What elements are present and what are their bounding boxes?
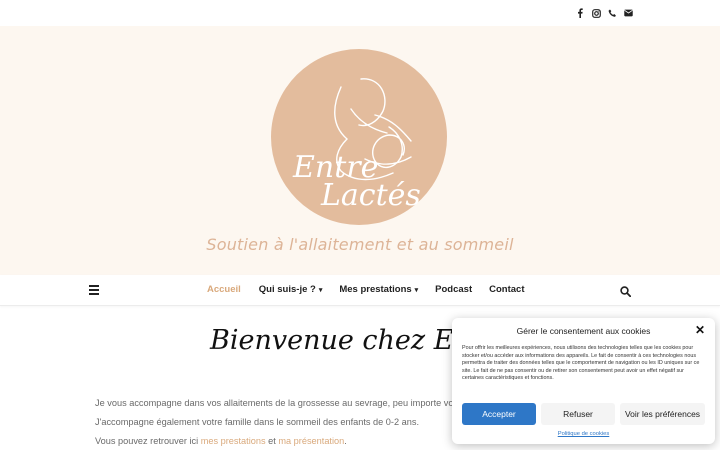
chevron-down-icon: ▾: [414, 286, 419, 294]
preferences-button[interactable]: Voir les préférences: [620, 403, 705, 425]
nav-item-label: Contact: [489, 284, 525, 295]
nav-item-label: Mes prestations: [339, 284, 412, 295]
nav-item-mes-prestations[interactable]: Mes prestations ▾: [339, 284, 418, 295]
hamburger-menu-icon[interactable]: [89, 285, 99, 295]
intro-paragraph-1: Je vous accompagne dans vos allaitements…: [95, 398, 482, 408]
prestations-link[interactable]: mes prestations: [201, 436, 266, 446]
mail-icon[interactable]: [623, 7, 633, 19]
cookie-dialog-title: Gérer le consentement aux cookies: [516, 326, 651, 336]
nav-item-accueil[interactable]: Accueil: [207, 284, 241, 295]
chevron-down-icon: ▾: [318, 286, 323, 294]
site-tagline: Soutien à l'allaitement et au sommeil: [206, 235, 514, 254]
cookie-policy-link[interactable]: Politique de cookies: [452, 431, 715, 437]
nav-item-qui-suis-je[interactable]: Qui suis-je ? ▾: [259, 284, 323, 295]
instagram-icon[interactable]: [591, 7, 601, 19]
presentation-link[interactable]: ma présentation: [278, 436, 344, 446]
nav-menu: Accueil Qui suis-je ? ▾ Mes prestations ▾ …: [207, 284, 525, 295]
facebook-icon[interactable]: [575, 7, 585, 19]
refuse-button[interactable]: Refuser: [541, 403, 615, 425]
paragraph-text: Vous pouvez retrouver ici: [95, 436, 201, 446]
paragraph-text: et: [265, 436, 279, 446]
main-navigation: Accueil Qui suis-je ? ▾ Mes prestations ▾ …: [0, 275, 720, 306]
hero-banner: Entre Lactés Soutien à l'allaitement et …: [0, 26, 720, 275]
brand-logo[interactable]: Entre Lactés: [271, 49, 447, 225]
close-icon[interactable]: ✕: [694, 324, 706, 336]
nav-item-podcast[interactable]: Podcast: [435, 284, 472, 295]
search-icon[interactable]: [620, 284, 632, 298]
nav-item-label: Qui suis-je ?: [258, 284, 316, 295]
cookie-dialog-text: Pour offrir les meilleures expériences, …: [462, 345, 700, 381]
social-links: [575, 7, 633, 19]
nav-item-label: Accueil: [207, 284, 241, 295]
logo-text-lactes: Lactés: [320, 178, 421, 213]
accept-button[interactable]: Accepter: [462, 403, 536, 425]
phone-icon[interactable]: [607, 7, 617, 19]
intro-paragraph-3: Vous pouvez retrouver ici mes prestation…: [95, 436, 347, 446]
paragraph-text: .: [344, 436, 347, 446]
nav-item-contact[interactable]: Contact: [489, 284, 524, 295]
nav-item-label: Podcast: [435, 284, 473, 295]
top-bar: [0, 0, 720, 26]
cookie-consent-dialog: Gérer le consentement aux cookies ✕ Pour…: [452, 318, 715, 444]
intro-paragraph-2: J'accompagne également votre famille dan…: [95, 417, 420, 427]
